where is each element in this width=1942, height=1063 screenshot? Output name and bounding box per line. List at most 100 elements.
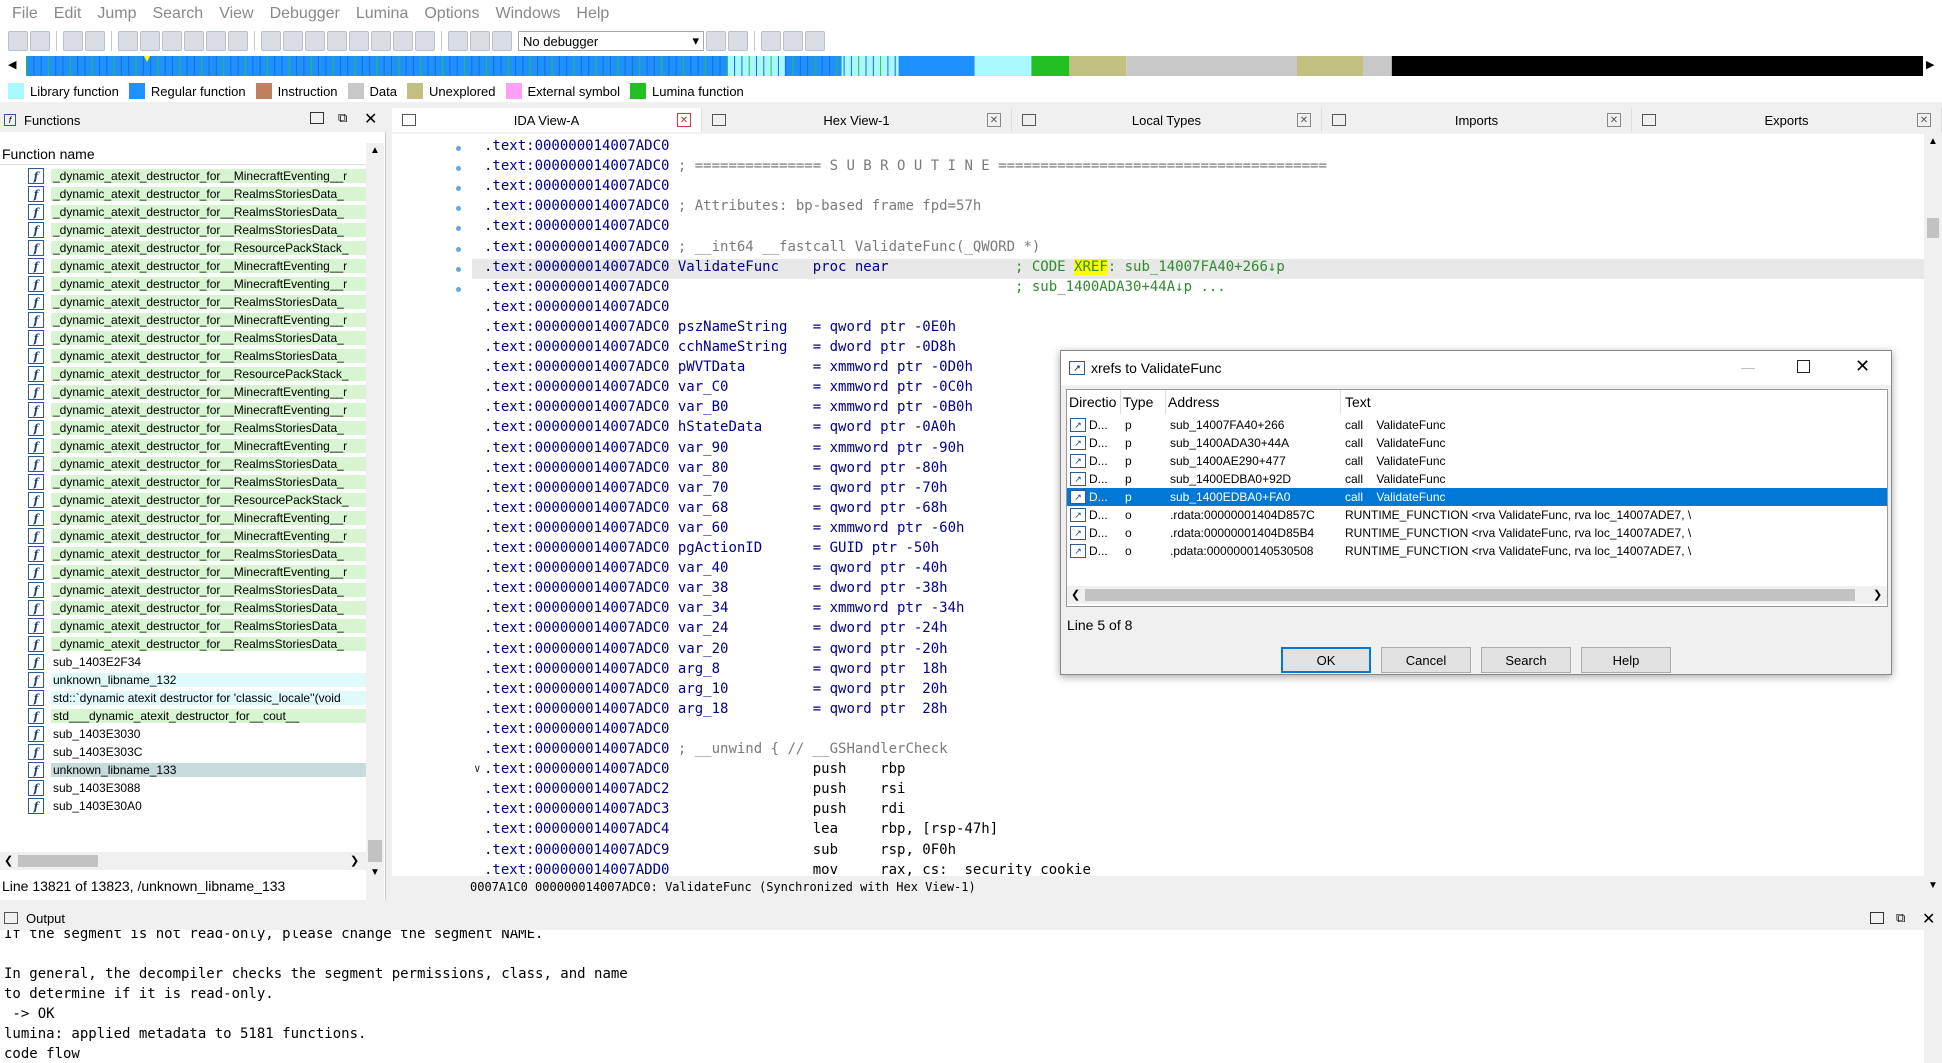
function-list-item[interactable]: f _dynamic_atexit_destructor_for__RealmsS…	[0, 599, 366, 617]
string-icon[interactable]	[184, 31, 204, 51]
disasm-line[interactable]: .text:000000014007ADC9 sub rsp, 0F0h	[484, 842, 956, 862]
function-list-item[interactable]: f _dynamic_atexit_destructor_for__Minecra…	[0, 527, 366, 545]
disasm-line[interactable]: .text:000000014007ADC0 hStateData = qwor…	[484, 419, 956, 439]
code-icon[interactable]	[140, 31, 160, 51]
tab-close-icon[interactable]: ✕	[677, 113, 691, 127]
function-list-item[interactable]: f _dynamic_atexit_destructor_for__RealmsS…	[0, 635, 366, 653]
disasm-line[interactable]: .text:000000014007ADC0 var_20 = qword pt…	[484, 641, 948, 661]
close-icon[interactable]: ✕	[364, 109, 377, 129]
function-list-item[interactable]: f _dynamic_atexit_destructor_for__Minecra…	[0, 257, 366, 275]
function-list-item[interactable]: f _dynamic_atexit_destructor_for__Minecra…	[0, 383, 366, 401]
stop-icon[interactable]	[492, 31, 512, 51]
disasm-line[interactable]: .text:000000014007ADC0 push rbp	[484, 761, 905, 781]
disasm-line[interactable]: .text:000000014007ADC0 var_B0 = xmmword …	[484, 399, 973, 419]
function-list-item[interactable]: f _dynamic_atexit_destructor_for__Minecra…	[0, 167, 366, 185]
decompile-icon[interactable]	[706, 31, 726, 51]
maximize-icon[interactable]	[1870, 912, 1884, 924]
column-header-text[interactable]: Text	[1341, 390, 1887, 414]
scroll-down-icon[interactable]: ▼	[370, 867, 380, 878]
outdent-icon[interactable]	[805, 31, 825, 51]
debugger-select[interactable]: No debugger ▾	[518, 31, 704, 51]
function-name-column-header[interactable]: Function name	[0, 143, 370, 165]
tab-close-icon[interactable]: ✕	[1297, 113, 1311, 127]
disasm-line[interactable]: .text:000000014007ADC0 arg_8 = qword ptr…	[484, 661, 948, 681]
nav-right-arrow-icon[interactable]: ▶	[1926, 58, 1934, 71]
cancel-button[interactable]: Cancel	[1381, 647, 1471, 673]
maximize-icon[interactable]	[310, 112, 324, 124]
xref-row[interactable]: ↗ D... p sub_1400AE290+477 call ValidateFunc	[1067, 452, 1887, 470]
disasm-line[interactable]: .text:000000014007ADC0	[484, 138, 669, 158]
disasm-line[interactable]: .text:000000014007ADC0	[484, 218, 669, 238]
scroll-down-icon[interactable]: ▼	[1928, 880, 1938, 891]
function-list-item[interactable]: f sub_1403E3088	[0, 779, 366, 797]
function-list-item[interactable]: f _dynamic_atexit_destructor_for__Minecra…	[0, 401, 366, 419]
function-list-item[interactable]: f _dynamic_atexit_destructor_for__RealmsS…	[0, 203, 366, 221]
restore-icon[interactable]: ⧉	[338, 110, 347, 126]
function-list-item[interactable]: f std::`dynamic atexit destructor for 'cl…	[0, 689, 366, 707]
function-list-item[interactable]: f _dynamic_atexit_destructor_for__Resourc…	[0, 239, 366, 257]
column-header-type[interactable]: Type	[1121, 390, 1166, 414]
scroll-thumb[interactable]	[1927, 218, 1939, 238]
disasm-line[interactable]: .text:000000014007ADC3 push rdi	[484, 801, 905, 821]
xref-row[interactable]: ↗ D... p sub_14007FA40+266 call ValidateFunc	[1067, 416, 1887, 434]
collapse-chevron-icon[interactable]: ∨	[474, 762, 481, 775]
function-list-item[interactable]: f std___dynamic_atexit_destructor_for__co…	[0, 707, 366, 725]
xref-row[interactable]: ↗ D... p sub_1400ADA30+44A call ValidateFunc	[1067, 434, 1887, 452]
function-list-item[interactable]: f _dynamic_atexit_destructor_for__RealmsS…	[0, 473, 366, 491]
function-list-item[interactable]: f _dynamic_atexit_destructor_for__RealmsS…	[0, 617, 366, 635]
function-list-item[interactable]: f _dynamic_atexit_destructor_for__RealmsS…	[0, 329, 366, 347]
function-list-item[interactable]: f sub_1403E303C	[0, 743, 366, 761]
tab-imports[interactable]: Imports ✕	[1322, 108, 1632, 132]
scroll-up-icon[interactable]: ▲	[1928, 136, 1938, 147]
help-button[interactable]: Help	[1581, 647, 1671, 673]
menu-help[interactable]: Help	[568, 5, 617, 23]
scroll-right-icon[interactable]: ❯	[1873, 588, 1882, 601]
xrefs-horizontal-scrollbar[interactable]: ❮ ❯	[1067, 586, 1887, 604]
graph-icon[interactable]	[283, 31, 303, 51]
function-list-item[interactable]: f _dynamic_atexit_destructor_for__Resourc…	[0, 491, 366, 509]
disasm-line[interactable]: .text:000000014007ADC0 var_90 = xmmword …	[484, 440, 964, 460]
output-vertical-scrollbar[interactable]	[1924, 930, 1942, 1063]
pseudocode-icon[interactable]	[728, 31, 748, 51]
column-header-direction[interactable]: Directio	[1067, 390, 1121, 414]
disasm-line[interactable]: .text:000000014007ADC0 var_40 = qword pt…	[484, 560, 948, 580]
scroll-right-icon[interactable]: ❯	[350, 854, 359, 867]
menu-edit[interactable]: Edit	[46, 5, 90, 23]
disassembly-vertical-scrollbar[interactable]: ▲ ▼	[1924, 134, 1942, 896]
disasm-line[interactable]: .text:000000014007ADC0 var_34 = xmmword …	[484, 600, 964, 620]
tab-ida-view-a[interactable]: IDA View-A ✕	[392, 108, 702, 132]
xref-row[interactable]: ↗ D... p sub_1400EDBA0+92D call ValidateFunc	[1067, 470, 1887, 488]
tab-close-icon[interactable]: ✕	[1607, 113, 1621, 127]
disasm-line[interactable]: .text:000000014007ADC0 var_C0 = xmmword …	[484, 379, 973, 399]
disasm-line[interactable]: .text:000000014007ADC0 ValidateFunc proc…	[472, 259, 1924, 279]
function-list-item[interactable]: f _dynamic_atexit_destructor_for__Minecra…	[0, 509, 366, 527]
hex-icon[interactable]	[371, 31, 391, 51]
function-list-item[interactable]: f _dynamic_atexit_destructor_for__Minecra…	[0, 437, 366, 455]
undefine-icon[interactable]	[228, 31, 248, 51]
function-list-item[interactable]: f _dynamic_atexit_destructor_for__RealmsS…	[0, 347, 366, 365]
tab-close-icon[interactable]: ✕	[1917, 113, 1931, 127]
proximity-icon[interactable]	[305, 31, 325, 51]
scroll-thumb[interactable]	[1085, 589, 1855, 601]
function-list-item[interactable]: f sub_1403E3030	[0, 725, 366, 743]
menu-search[interactable]: Search	[144, 5, 211, 23]
function-list-item[interactable]: f _dynamic_atexit_destructor_for__RealmsS…	[0, 293, 366, 311]
search-button[interactable]: Search	[1481, 647, 1571, 673]
column-header-address[interactable]: Address	[1166, 390, 1341, 414]
xref-row[interactable]: ↗ D... p sub_1400EDBA0+FA0 call ValidateFunc	[1067, 488, 1887, 506]
close-icon[interactable]: ✕	[1922, 909, 1935, 929]
list-icon[interactable]	[761, 31, 781, 51]
xref-keyword-highlight[interactable]: XREF	[1074, 259, 1108, 275]
function-list-item[interactable]: f unknown_libname_132	[0, 671, 366, 689]
close-icon[interactable]: ✕	[1855, 356, 1870, 377]
tab-local-types[interactable]: Local Types ✕	[1012, 108, 1322, 132]
functions-horizontal-scrollbar[interactable]: ❮ ❯	[0, 852, 366, 870]
menu-options[interactable]: Options	[416, 5, 487, 23]
scroll-up-icon[interactable]: ▲	[370, 145, 380, 156]
disasm-line[interactable]: .text:000000014007ADC0 arg_18 = qword pt…	[484, 701, 948, 721]
disasm-line[interactable]: .text:000000014007ADC0	[484, 721, 669, 741]
function-list-item[interactable]: f unknown_libname_133	[0, 761, 366, 779]
disasm-line[interactable]: .text:000000014007ADC0 ; sub_1400ADA30+4…	[484, 279, 1226, 299]
scroll-left-icon[interactable]: ❮	[4, 854, 13, 867]
disasm-line[interactable]: .text:000000014007ADC2 push rsi	[484, 781, 905, 801]
